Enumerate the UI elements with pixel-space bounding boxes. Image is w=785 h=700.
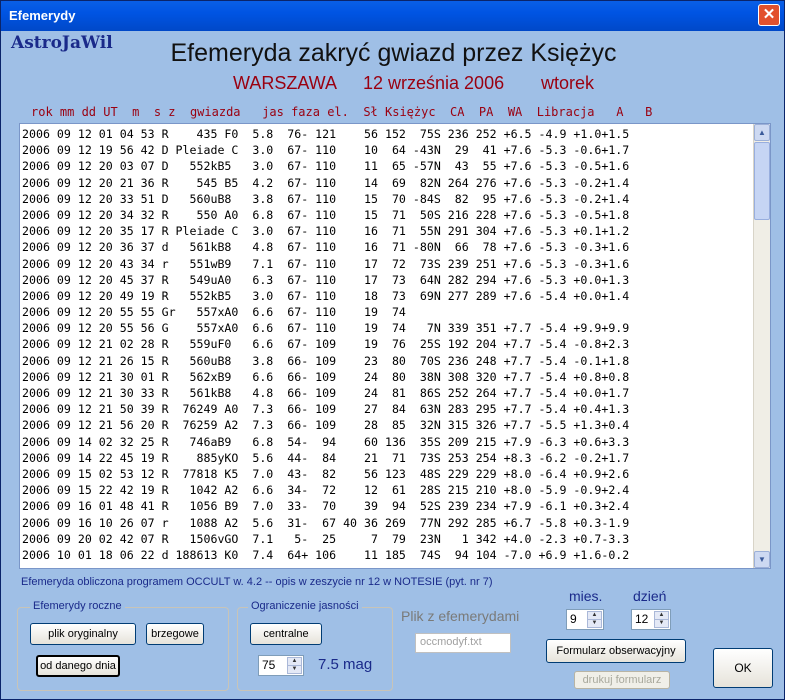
list-item[interactable]: 2006 09 12 20 55 56 G 557xA0 6.6 67- 110… bbox=[22, 320, 752, 336]
list-item[interactable]: 2006 09 12 21 02 28 R 559uF0 6.6 67- 109… bbox=[22, 336, 752, 352]
scroll-thumb[interactable] bbox=[754, 142, 770, 220]
list-item[interactable]: 2006 09 12 21 56 20 R 76259 A2 7.3 66- 1… bbox=[22, 417, 752, 433]
from-given-day-button[interactable]: od danego dnia bbox=[36, 655, 120, 677]
list-item[interactable]: 2006 09 12 21 50 39 R 76249 A0 7.3 66- 1… bbox=[22, 401, 752, 417]
scroll-down-arrow-icon[interactable]: ▼ bbox=[754, 551, 770, 568]
list-item[interactable]: 2006 09 14 22 45 19 R 885yKO 5.6 44- 84 … bbox=[22, 450, 752, 466]
window-title: Efemerydy bbox=[9, 8, 76, 23]
day-down-arrow-icon[interactable]: ▼ bbox=[654, 619, 669, 628]
vertical-scrollbar[interactable]: ▲ ▼ bbox=[753, 124, 770, 568]
list-item[interactable]: 2006 09 12 21 30 01 R 562xB9 6.6 66- 109… bbox=[22, 369, 752, 385]
brightness-stepper[interactable]: 75 ▲ ▼ bbox=[258, 655, 304, 676]
ok-button[interactable]: OK bbox=[713, 648, 773, 688]
title-bar[interactable]: Efemerydy ✕ bbox=[1, 1, 784, 31]
date-label: 12 września 2006 bbox=[363, 73, 505, 93]
brightness-limit-group: Ograniczenie jasności centralne 75 ▲ ▼ 7… bbox=[237, 600, 393, 691]
list-item[interactable]: 2006 10 01 18 06 22 d 188613 K0 7.4 64+ … bbox=[22, 547, 752, 563]
ephemeris-file-input[interactable]: occmodyf.txt bbox=[415, 633, 511, 653]
close-button[interactable]: ✕ bbox=[758, 4, 780, 26]
list-item[interactable]: 2006 09 14 02 32 25 R 746aB9 6.8 54- 94 … bbox=[22, 434, 752, 450]
city-label: WARSZAWA bbox=[233, 73, 337, 93]
central-button[interactable]: centralne bbox=[250, 623, 322, 645]
column-header: rok mm dd UT m s z gwiazda jas faza el. … bbox=[31, 105, 653, 119]
ephemeris-file-label: Plik z efemerydami bbox=[401, 608, 520, 624]
original-file-button[interactable]: plik oryginalny bbox=[30, 623, 136, 645]
list-item[interactable]: 2006 09 12 21 30 33 R 561kB8 4.8 66- 109… bbox=[22, 385, 752, 401]
scroll-up-arrow-icon[interactable]: ▲ bbox=[754, 124, 770, 141]
ephemeris-listbox[interactable]: 2006 09 12 01 04 53 R 435 F0 5.8 76- 121… bbox=[19, 123, 771, 569]
list-item[interactable]: 2006 09 16 10 26 07 r 1088 A2 5.6 31- 67… bbox=[22, 515, 752, 531]
program-footnote: Efemeryda obliczona programem OCCULT w. … bbox=[21, 576, 493, 588]
list-item[interactable]: 2006 09 15 22 42 19 R 1042 A2 6.6 34- 72… bbox=[22, 482, 752, 498]
list-item[interactable]: 2006 09 12 20 34 32 R 550 A0 6.8 67- 110… bbox=[22, 207, 752, 223]
list-item[interactable]: 2006 09 20 02 42 07 R 1506vGO 7.1 5- 25 … bbox=[22, 531, 752, 547]
yearly-ephemeris-group: Efemerydy roczne plik oryginalny brzegow… bbox=[17, 600, 229, 691]
list-item[interactable]: 2006 09 12 20 55 55 Gr 557xA0 6.6 67- 11… bbox=[22, 304, 752, 320]
stepper-down-arrow-icon[interactable]: ▼ bbox=[287, 665, 302, 674]
ephemeris-list[interactable]: 2006 09 12 01 04 53 R 435 F0 5.8 76- 121… bbox=[22, 126, 752, 566]
list-item[interactable]: 2006 09 12 20 03 07 D 552kB5 3.0 67- 110… bbox=[22, 158, 752, 174]
month-down-arrow-icon[interactable]: ▼ bbox=[587, 619, 602, 628]
page-title: Efemeryda zakryć gwiazd przez Księżyc bbox=[170, 39, 617, 67]
brightness-group-legend: Ograniczenie jasności bbox=[248, 600, 362, 612]
list-item[interactable]: 2006 09 15 02 53 12 R 77818 K5 7.0 43- 8… bbox=[22, 466, 752, 482]
day-stepper[interactable]: 12 ▲ ▼ bbox=[631, 609, 671, 630]
list-item[interactable]: 2006 09 12 20 36 37 d 561kB8 4.8 67- 110… bbox=[22, 239, 752, 255]
month-stepper[interactable]: 9 ▲ ▼ bbox=[566, 609, 604, 630]
month-value: 9 bbox=[570, 612, 577, 626]
list-item[interactable]: 2006 09 12 21 26 15 R 560uB8 3.8 66- 109… bbox=[22, 353, 752, 369]
print-form-button[interactable]: drukuj formularz bbox=[574, 671, 670, 689]
edge-button[interactable]: brzegowe bbox=[146, 623, 204, 645]
list-item[interactable]: 2006 10 01 21 02 24 d 2910kG5 4.8 65+ 10… bbox=[22, 563, 752, 566]
day-label: dzień bbox=[633, 588, 667, 604]
day-value: 12 bbox=[635, 612, 649, 626]
efemerydy-window: Efemerydy ✕ AstroJaWil Efemeryda zakryć … bbox=[0, 0, 785, 700]
list-item[interactable]: 2006 09 12 20 33 51 D 560uB8 3.8 67- 110… bbox=[22, 191, 752, 207]
yearly-group-legend: Efemerydy roczne bbox=[30, 600, 125, 612]
list-item[interactable]: 2006 09 12 01 04 53 R 435 F0 5.8 76- 121… bbox=[22, 126, 752, 142]
list-item[interactable]: 2006 09 12 20 43 34 r 551wB9 7.1 67- 110… bbox=[22, 256, 752, 272]
magnitude-label: 7.5 mag bbox=[318, 656, 373, 673]
list-item[interactable]: 2006 09 12 19 56 42 D Pleiade C 3.0 67- … bbox=[22, 142, 752, 158]
weekday-label: wtorek bbox=[541, 73, 595, 93]
month-label: mies. bbox=[569, 588, 603, 604]
list-item[interactable]: 2006 09 12 20 49 19 R 552kB5 3.0 67- 110… bbox=[22, 288, 752, 304]
observation-form-button[interactable]: Formularz obserwacyjny bbox=[546, 639, 686, 663]
list-item[interactable]: 2006 09 12 20 35 17 R Pleiade C 3.0 67- … bbox=[22, 223, 752, 239]
brightness-value: 75 bbox=[262, 658, 276, 672]
list-item[interactable]: 2006 09 12 20 45 37 R 549uA0 6.3 67- 110… bbox=[22, 272, 752, 288]
list-item[interactable]: 2006 09 16 01 48 41 R 1056 B9 7.0 33- 70… bbox=[22, 498, 752, 514]
list-item[interactable]: 2006 09 12 20 21 36 R 545 B5 4.2 67- 110… bbox=[22, 175, 752, 191]
